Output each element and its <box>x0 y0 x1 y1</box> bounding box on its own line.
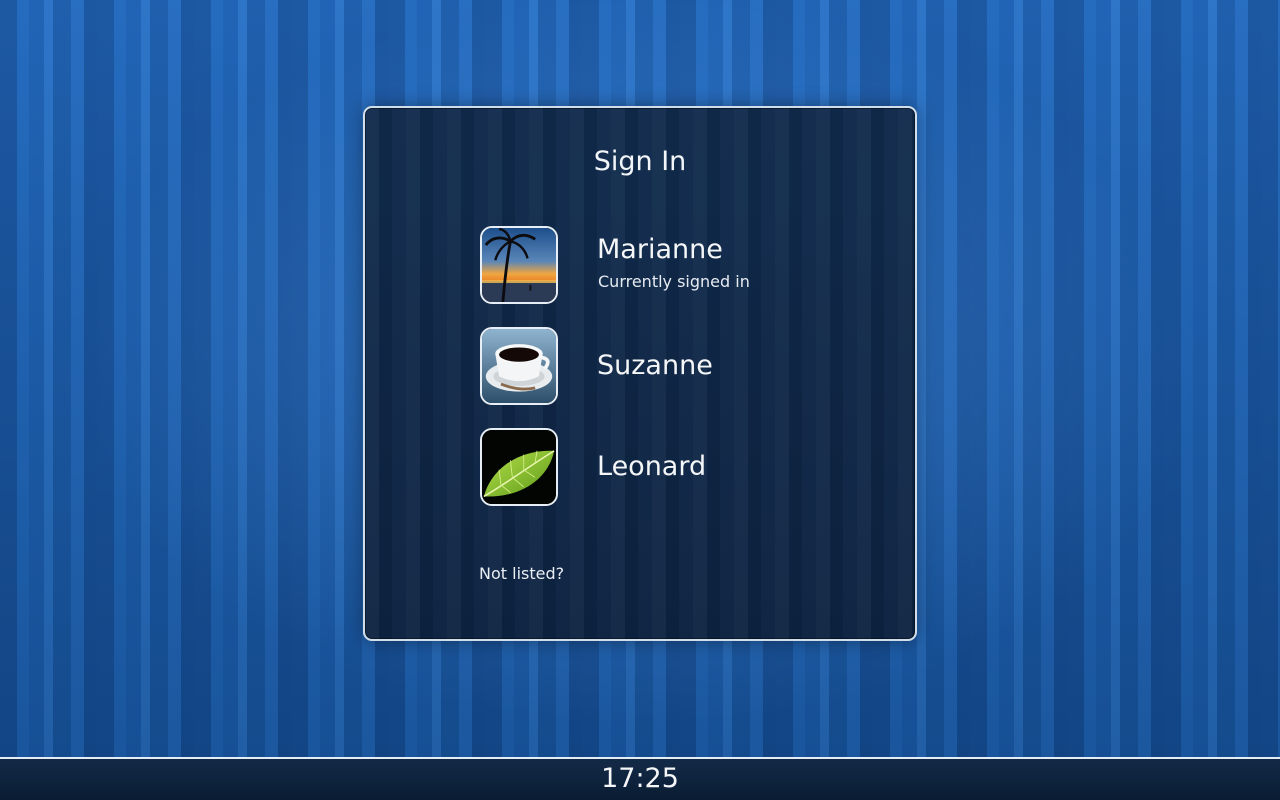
user-item-leonard[interactable]: Leonard <box>480 428 860 510</box>
user-name-suzanne: Suzanne <box>597 350 713 381</box>
sign-in-panel: Sign In Marianne Currently signed in Suz… <box>363 106 917 641</box>
user-status-marianne: Currently signed in <box>598 272 750 291</box>
green-leaf-icon[interactable] <box>480 428 558 506</box>
user-item-suzanne[interactable]: Suzanne <box>480 327 860 409</box>
user-item-marianne[interactable]: Marianne Currently signed in <box>480 226 860 308</box>
taskbar: 17:25 <box>0 757 1280 800</box>
sign-in-title: Sign In <box>593 146 687 177</box>
user-name-leonard: Leonard <box>597 451 707 482</box>
lock-screen: Sign In Marianne Currently signed in Suz… <box>0 0 1280 800</box>
clock: 17:25 <box>601 763 679 794</box>
palm-tree-sunset-icon[interactable] <box>480 226 558 304</box>
coffee-cup-icon[interactable] <box>480 327 558 405</box>
user-name-marianne: Marianne <box>597 234 723 265</box>
not-listed-link[interactable]: Not listed? <box>479 564 564 583</box>
